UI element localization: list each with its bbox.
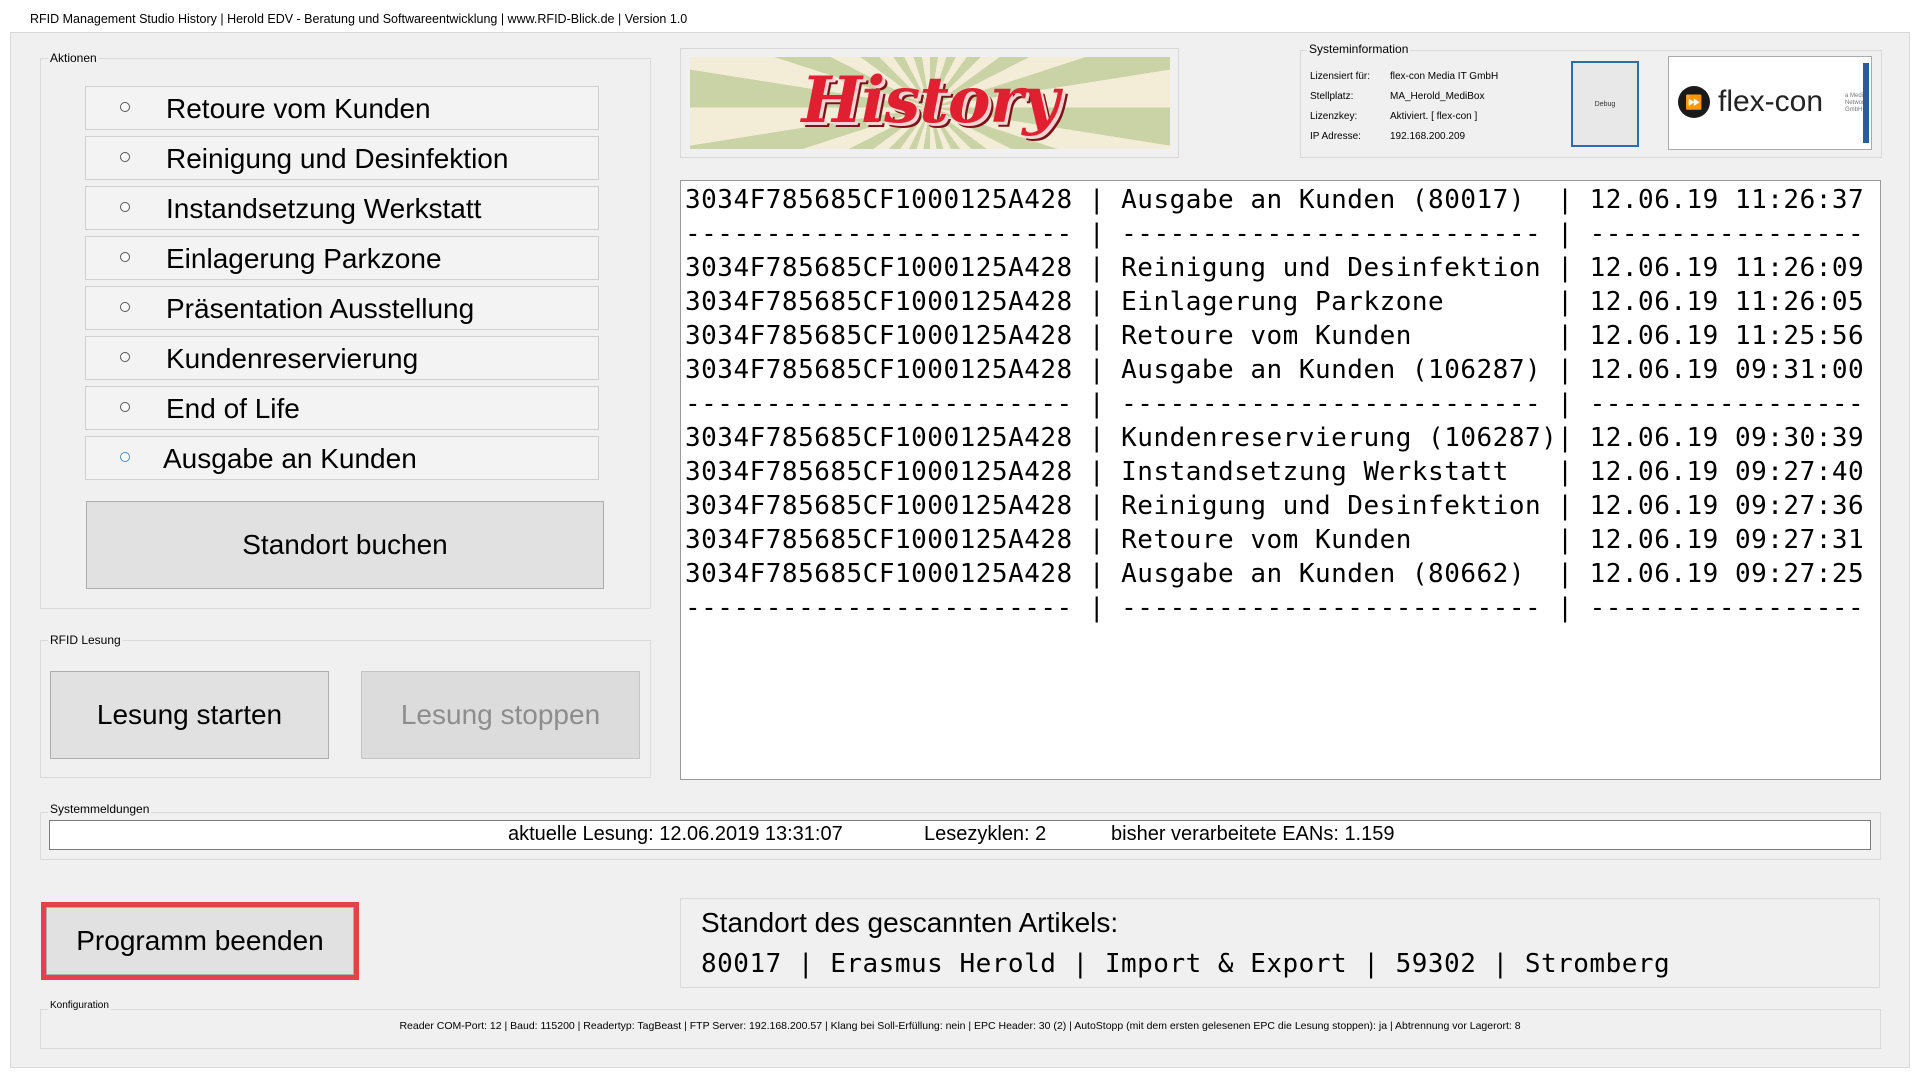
system-info-title: Systeminformation	[1307, 42, 1411, 56]
flexcon-logo: ⏩ flex-con a Media Network GmbH	[1668, 56, 1872, 150]
scanned-location-panel: Standort des gescannten Artikels: 80017 …	[680, 898, 1880, 988]
system-info-key: Lizensiert für:	[1310, 71, 1371, 82]
action-option[interactable]: Ausgabe an Kunden	[85, 436, 599, 480]
history-row[interactable]: 3034F785685CF1000125A428 | Reinigung und…	[685, 251, 1864, 285]
action-option-label: Ausgabe an Kunden	[163, 443, 417, 474]
system-info-key: IP Adresse:	[1310, 131, 1361, 142]
radio-button-icon[interactable]	[120, 402, 130, 412]
configuration-title: Konfiguration	[48, 1000, 111, 1011]
debug-button[interactable]: Debug	[1571, 61, 1639, 147]
history-row[interactable]: 3034F785685CF1000125A428 | Retoure vom K…	[685, 319, 1864, 353]
action-option-label: End of Life	[166, 393, 300, 424]
system-info-key: Lizenzkey:	[1310, 111, 1358, 122]
logo-text: flex-con	[1718, 85, 1824, 118]
system-messages-title: Systemmeldungen	[48, 802, 152, 816]
action-option-label: Reinigung und Desinfektion	[166, 143, 509, 174]
history-row[interactable]: ------------------------ | -------------…	[685, 387, 1864, 421]
start-reading-button[interactable]: Lesung starten	[50, 671, 329, 759]
current-reading: aktuelle Lesung: 12.06.2019 13:31:07	[508, 823, 843, 845]
history-row[interactable]: 3034F785685CF1000125A428 | Retoure vom K…	[685, 523, 1864, 557]
radio-button-icon[interactable]	[120, 252, 130, 262]
radio-button-icon[interactable]	[120, 452, 130, 462]
system-info-key: Stellplatz:	[1310, 91, 1354, 102]
history-row[interactable]: ------------------------ | -------------…	[685, 217, 1864, 251]
action-option-label: Präsentation Ausstellung	[166, 293, 475, 324]
system-info-value: Aktiviert. [ flex-con ]	[1390, 111, 1478, 122]
system-info-value: flex-con Media IT GmbH	[1390, 71, 1499, 82]
processed-eans: bisher verarbeitete EANs: 1.159	[1111, 823, 1395, 845]
location-value: 80017 | Erasmus Herold | Import & Export…	[701, 949, 1671, 979]
action-option-label: Einlagerung Parkzone	[166, 243, 442, 274]
exit-button-focus-frame: Programm beenden	[41, 902, 359, 980]
action-option[interactable]: End of Life	[85, 386, 599, 430]
window-title: RFID Management Studio History | Herold …	[30, 12, 688, 26]
history-row[interactable]: 3034F785685CF1000125A428 | Instandsetzun…	[685, 455, 1864, 489]
history-banner: History	[680, 48, 1179, 158]
banner-image: History	[690, 57, 1170, 149]
radio-button-icon[interactable]	[120, 302, 130, 312]
history-row[interactable]: 3034F785685CF1000125A428 | Ausgabe an Ku…	[685, 183, 1864, 217]
location-title: Standort des gescannten Artikels:	[701, 907, 1119, 938]
system-messages-box: aktuelle Lesung: 12.06.2019 13:31:07 Les…	[49, 820, 1871, 850]
radio-button-icon[interactable]	[120, 352, 130, 362]
action-option-label: Kundenreservierung	[166, 343, 419, 374]
history-row[interactable]: 3034F785685CF1000125A428 | Ausgabe an Ku…	[685, 557, 1864, 591]
action-option[interactable]: Reinigung und Desinfektion	[85, 136, 599, 180]
history-row[interactable]: 3034F785685CF1000125A428 | Ausgabe an Ku…	[685, 353, 1864, 387]
read-cycles: Lesezyklen: 2	[924, 823, 1047, 845]
play-forward-icon: ⏩	[1678, 86, 1710, 118]
action-option[interactable]: Retoure vom Kunden	[85, 86, 599, 130]
logo-accent-bar	[1863, 63, 1869, 143]
system-info-value: MA_Herold_MediBox	[1390, 91, 1485, 102]
radio-button-icon[interactable]	[120, 152, 130, 162]
system-info-value: 192.168.200.209	[1390, 131, 1466, 142]
rfid-group-title: RFID Lesung	[48, 633, 123, 647]
history-list[interactable]: 3034F785685CF1000125A428 | Ausgabe an Ku…	[680, 180, 1881, 780]
configuration-text: Reader COM-Port: 12 | Baud: 115200 | Rea…	[399, 1020, 1521, 1032]
history-row[interactable]: ------------------------ | -------------…	[685, 591, 1864, 625]
exit-program-button[interactable]: Programm beenden	[46, 907, 354, 975]
radio-button-icon[interactable]	[120, 102, 130, 112]
action-option[interactable]: Kundenreservierung	[85, 336, 599, 380]
history-row[interactable]: 3034F785685CF1000125A428 | Einlagerung P…	[685, 285, 1864, 319]
actions-group-title: Aktionen	[48, 51, 99, 65]
stop-reading-button: Lesung stoppen	[361, 671, 640, 759]
action-option-label: Instandsetzung Werkstatt	[166, 193, 482, 224]
action-option[interactable]: Präsentation Ausstellung	[85, 286, 599, 330]
action-option[interactable]: Einlagerung Parkzone	[85, 236, 599, 280]
action-option[interactable]: Instandsetzung Werkstatt	[85, 186, 599, 230]
radio-button-icon[interactable]	[120, 202, 130, 212]
history-row[interactable]: 3034F785685CF1000125A428 | Reinigung und…	[685, 489, 1864, 523]
history-row[interactable]: 3034F785685CF1000125A428 | Kundenreservi…	[685, 421, 1864, 455]
action-option-label: Retoure vom Kunden	[166, 93, 431, 124]
banner-text: History	[801, 63, 1060, 138]
book-location-button[interactable]: Standort buchen	[86, 501, 604, 589]
